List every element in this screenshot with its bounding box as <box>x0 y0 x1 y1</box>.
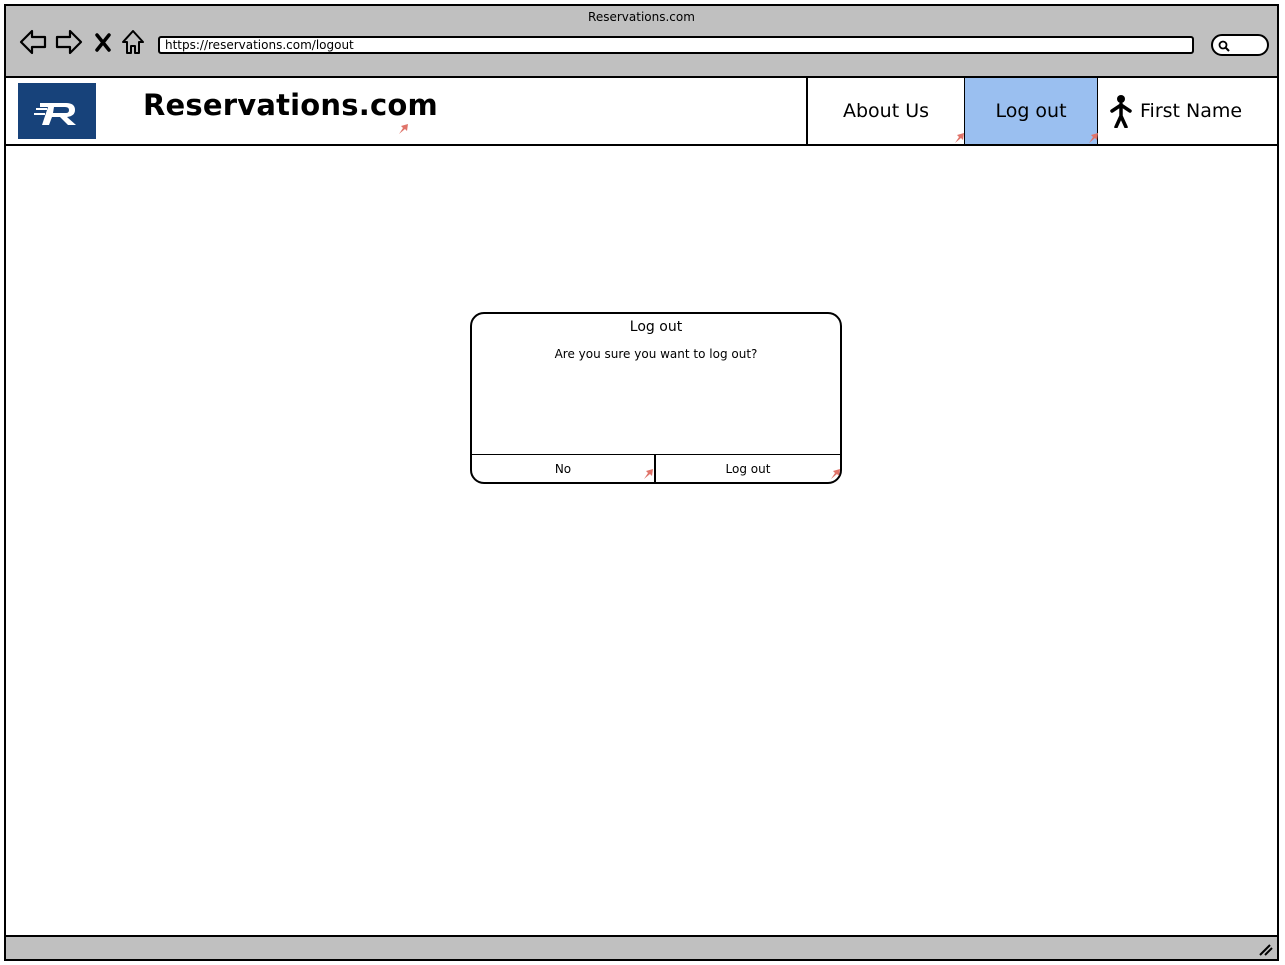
reservations-logo <box>34 103 76 125</box>
nav-about-us-label: About Us <box>842 100 930 122</box>
back-arrow-icon[interactable] <box>18 28 48 56</box>
window-title: Reservations.com <box>588 10 695 24</box>
link-marker-icon <box>399 124 408 134</box>
dialog-button-bar: No Log out <box>472 454 840 482</box>
browser-chrome: Reservations.com <box>6 6 1277 78</box>
search-icon <box>1218 40 1230 52</box>
search-button[interactable] <box>1211 34 1269 56</box>
user-name-label: First Name <box>1140 100 1243 122</box>
top-nav: About Us Log out First Name <box>806 78 1281 144</box>
close-icon[interactable] <box>92 28 114 56</box>
nav-user-profile[interactable]: First Name <box>1098 78 1281 144</box>
no-button[interactable]: No <box>472 455 656 482</box>
resize-grip-icon[interactable] <box>1257 942 1273 956</box>
forward-arrow-icon[interactable] <box>54 28 84 56</box>
address-bar[interactable] <box>158 36 1194 54</box>
dialog-title: Log out <box>629 319 683 335</box>
site-logo[interactable] <box>18 83 96 139</box>
site-title[interactable]: Reservations.com <box>143 88 438 122</box>
home-icon[interactable] <box>120 28 146 56</box>
logout-dialog: Log out Are you sure you want to log out… <box>470 312 842 484</box>
link-marker-icon <box>831 469 840 479</box>
nav-log-out[interactable]: Log out <box>964 78 1098 144</box>
confirm-log-out-button[interactable]: Log out <box>656 455 840 482</box>
status-bar <box>6 935 1277 959</box>
nav-about-us[interactable]: About Us <box>808 78 964 144</box>
site-header: Reservations.com About Us Log out First … <box>6 78 1277 146</box>
link-marker-icon <box>644 469 653 479</box>
nav-log-out-label: Log out <box>995 100 1067 122</box>
person-icon <box>1110 95 1132 128</box>
no-button-label: No <box>554 461 572 476</box>
browser-window: Reservations.com Reservations.com <box>4 4 1279 961</box>
confirm-log-out-label: Log out <box>725 461 771 476</box>
dialog-message: Are you sure you want to log out? <box>554 347 758 361</box>
